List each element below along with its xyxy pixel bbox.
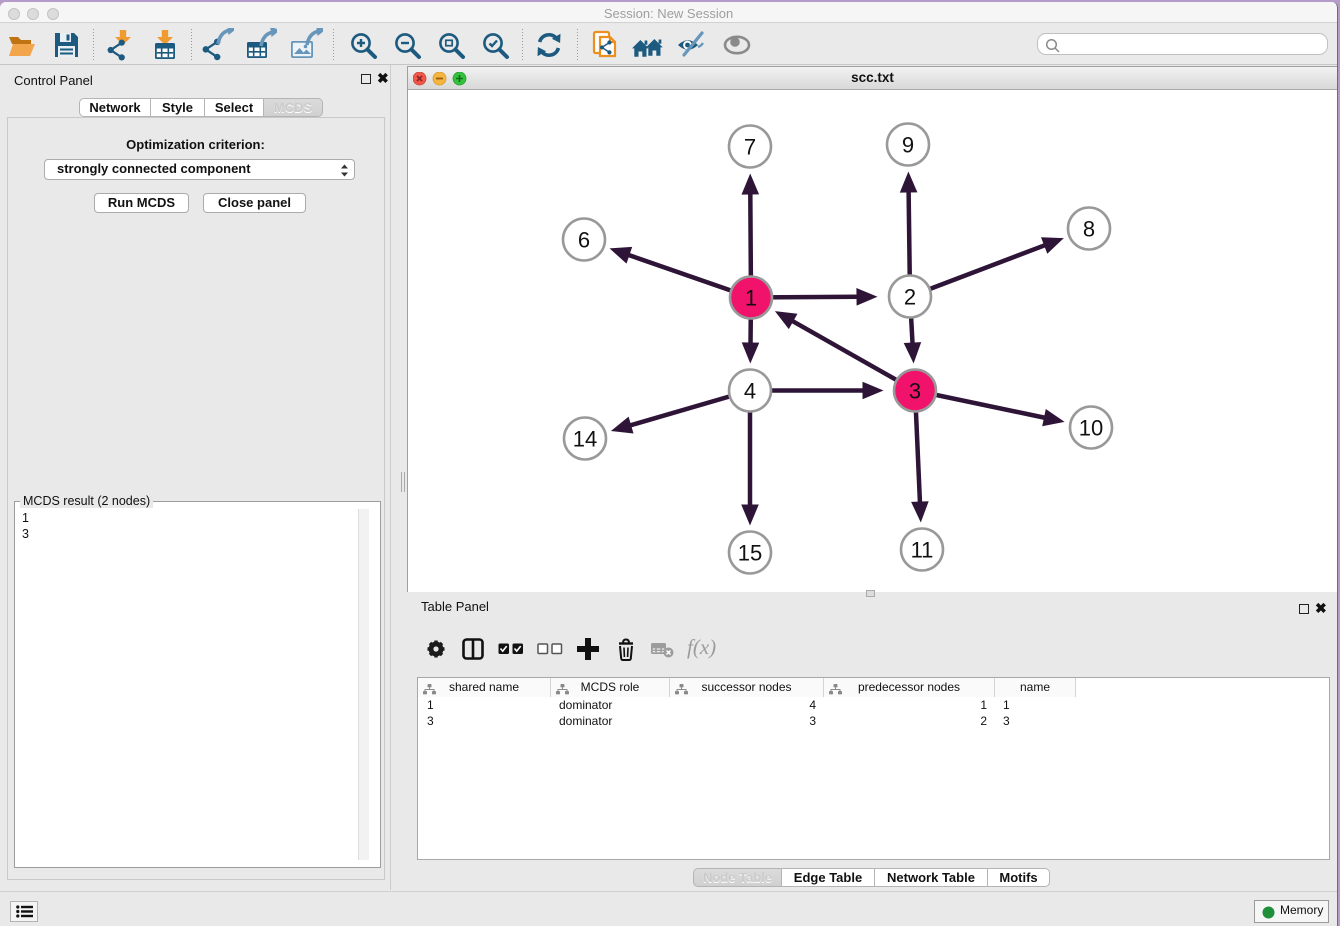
svg-text:7: 7: [744, 135, 756, 160]
svg-text:3: 3: [909, 379, 921, 404]
svg-text:15: 15: [738, 541, 762, 566]
svg-text:2: 2: [904, 285, 916, 310]
svg-text:10: 10: [1079, 416, 1103, 441]
svg-text:1: 1: [745, 286, 757, 311]
svg-text:14: 14: [573, 427, 597, 452]
svg-text:11: 11: [911, 538, 934, 563]
svg-text:6: 6: [578, 228, 590, 253]
svg-text:8: 8: [1083, 217, 1095, 242]
svg-text:9: 9: [902, 133, 914, 158]
svg-text:4: 4: [744, 379, 756, 404]
